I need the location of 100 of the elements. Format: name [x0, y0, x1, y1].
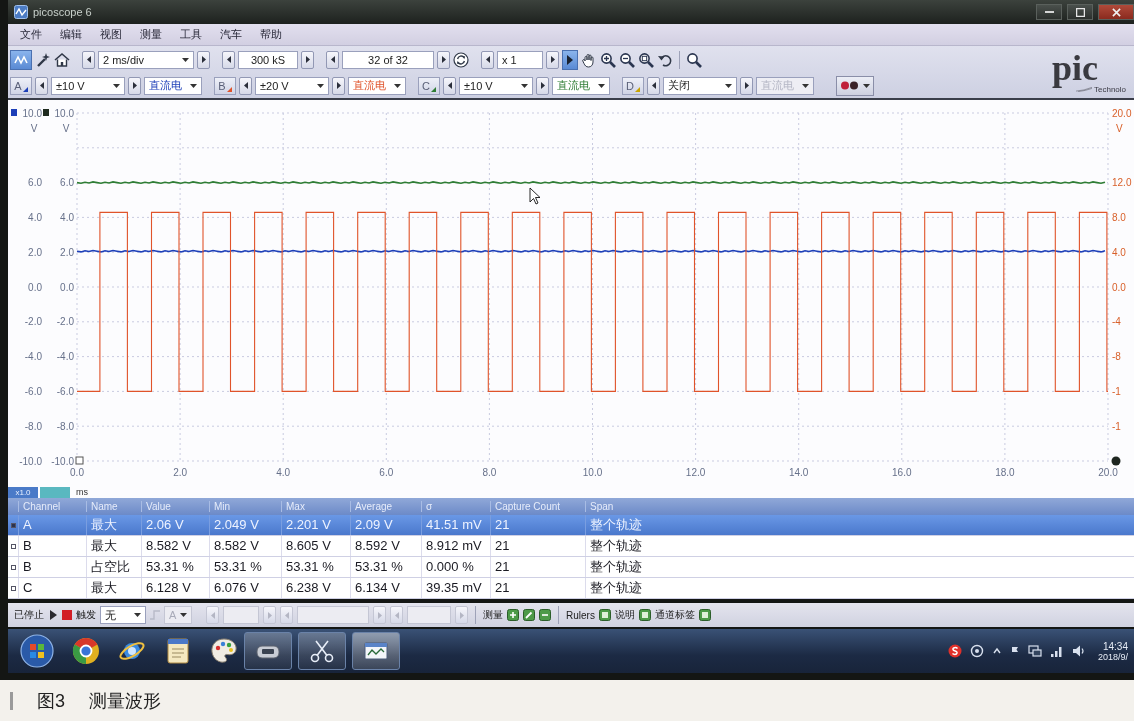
menu-item[interactable]: 测量 — [140, 27, 162, 42]
table-cell: 2.06 V — [141, 515, 209, 535]
speaker-icon[interactable] — [1071, 644, 1086, 658]
table-row[interactable]: C 最大 6.128 V 6.076 V 6.238 V 6.134 V 39.35 mV 21 整个轨迹 — [8, 578, 1134, 599]
menu-item[interactable]: 帮助 — [260, 27, 282, 42]
scope-mode-button[interactable] — [10, 49, 32, 70]
row-marker-icon — [10, 564, 16, 570]
close-button[interactable] — [1098, 4, 1134, 20]
channel-letter-button[interactable]: A — [10, 76, 32, 95]
notepad-icon[interactable] — [164, 637, 192, 665]
zoom-factor-field[interactable]: x 1 — [497, 50, 543, 69]
axis-label: 8.0 — [1112, 211, 1126, 223]
step-back-button[interactable] — [326, 50, 339, 69]
hand-icon[interactable] — [581, 51, 597, 68]
value-field[interactable] — [297, 606, 369, 624]
taskbar-button[interactable] — [298, 632, 346, 670]
step-back-button[interactable] — [481, 50, 494, 69]
window-title: picoscope 6 — [33, 6, 92, 18]
step-back-button[interactable] — [443, 76, 456, 95]
circular-arrows-icon[interactable] — [453, 51, 469, 68]
taskbar-button[interactable] — [352, 632, 400, 670]
axis-label: -8 — [1112, 351, 1121, 363]
magnifier-icon[interactable] — [686, 51, 702, 68]
table-row[interactable]: A 最大 2.06 V 2.049 V 2.201 V 2.09 V 41.51 mV 21 整个轨迹 — [8, 515, 1134, 536]
left-triangle-icon — [226, 56, 231, 63]
square-tile-icon[interactable] — [638, 609, 651, 621]
timebase-dropdown[interactable]: 2 ms/div — [98, 50, 194, 69]
channel-labels-label: 通道标签 — [654, 608, 695, 622]
channel-letter-button[interactable]: B — [214, 76, 236, 95]
status-circle-icon[interactable] — [969, 644, 984, 658]
range-dropdown[interactable]: ±20 V — [255, 76, 329, 95]
value-field[interactable] — [223, 606, 259, 624]
step-back-button[interactable] — [82, 50, 95, 69]
play-icon[interactable] — [48, 610, 58, 620]
square-tile-icon[interactable] — [598, 609, 611, 621]
axis-label: 0.0 — [70, 467, 84, 478]
circle-badge-icon[interactable] — [947, 644, 962, 658]
channel-options-button[interactable] — [836, 75, 874, 96]
axis-scale-button[interactable]: x1.0 — [8, 486, 38, 498]
left-triangle-icon — [447, 82, 452, 89]
plus-tile-icon[interactable] — [507, 609, 519, 621]
status-label: 已停止 — [14, 608, 44, 622]
pencil-tile-icon[interactable] — [523, 609, 535, 621]
channel-letter-button[interactable]: D — [622, 76, 644, 95]
range-dropdown[interactable]: ±10 V — [459, 76, 533, 95]
clock-time[interactable]: 14:34 — [1102, 640, 1128, 652]
step-back-button[interactable] — [222, 50, 235, 69]
signal-bars-icon[interactable] — [1049, 644, 1064, 658]
value-field[interactable] — [407, 606, 451, 624]
table-row[interactable]: B 最大 8.582 V 8.582 V 8.605 V 8.592 V 8.912 mV 21 整个轨迹 — [8, 536, 1134, 557]
minus-tile-icon[interactable] — [539, 609, 551, 621]
step-forward-button[interactable] — [437, 50, 450, 69]
menu-item[interactable]: 文件 — [20, 27, 42, 42]
step-forward-button[interactable] — [128, 76, 141, 95]
channel-letter-button[interactable]: C — [418, 76, 440, 95]
pointer-tool-button[interactable] — [562, 49, 578, 70]
step-back-button[interactable] — [35, 76, 48, 95]
range-dropdown[interactable]: ±10 V — [51, 76, 125, 95]
zoom-out-icon[interactable] — [619, 51, 635, 68]
step-forward-button[interactable] — [740, 76, 753, 95]
axis-label: -8.0 — [56, 420, 74, 432]
step-forward-button[interactable] — [546, 50, 559, 69]
right-triangle-icon — [744, 82, 749, 89]
coupling-dropdown[interactable]: 直流电 — [144, 76, 202, 95]
square-tile-icon[interactable] — [698, 609, 711, 621]
caret-down-icon — [521, 83, 528, 88]
network-icon[interactable] — [1027, 644, 1042, 658]
start-orb-icon[interactable] — [20, 634, 54, 668]
palette-icon[interactable] — [210, 637, 238, 665]
step-forward-button[interactable] — [301, 50, 314, 69]
close-icon — [1111, 7, 1121, 17]
samples-field[interactable]: 300 kS — [238, 50, 298, 69]
trigger-mode-dropdown[interactable]: 无 — [100, 606, 146, 624]
chevron-up-icon[interactable] — [991, 646, 1002, 656]
menu-item[interactable]: 工具 — [180, 27, 202, 42]
taskbar-button[interactable] — [244, 632, 292, 670]
step-forward-button[interactable] — [197, 50, 210, 69]
table-row[interactable]: B 占空比 53.31 % 53.31 % 53.31 % 53.31 % 0.000 % 21 整个轨迹 — [8, 557, 1134, 578]
zoom-in-icon[interactable] — [600, 51, 616, 68]
step-back-button[interactable] — [647, 76, 660, 95]
home-icon[interactable] — [54, 51, 70, 68]
menu-item[interactable]: 视图 — [100, 27, 122, 42]
maximize-button[interactable] — [1067, 4, 1093, 20]
axis-label: 18.0 — [995, 467, 1015, 478]
coupling-dropdown[interactable]: 直流电 — [348, 76, 406, 95]
clock-date[interactable]: 2018/9/ — [1097, 651, 1128, 662]
menu-item[interactable]: 汽车 — [220, 27, 242, 42]
wand-icon[interactable] — [35, 51, 51, 68]
circle-logo-icon[interactable] — [72, 637, 100, 665]
buffer-field[interactable]: 32 of 32 — [342, 50, 434, 69]
step-forward-button[interactable] — [536, 76, 549, 95]
minimize-button[interactable] — [1036, 4, 1062, 20]
step-forward-button[interactable] — [332, 76, 345, 95]
step-back-button[interactable] — [239, 76, 252, 95]
menu-item[interactable]: 编辑 — [60, 27, 82, 42]
zoom-fit-icon[interactable] — [638, 51, 654, 68]
table-cell: 整个轨迹 — [585, 515, 1134, 535]
coupling-dropdown[interactable]: 直流电 — [552, 76, 610, 95]
range-dropdown[interactable]: 关闭 — [663, 76, 737, 95]
axis-label: 2.0 — [173, 467, 188, 478]
